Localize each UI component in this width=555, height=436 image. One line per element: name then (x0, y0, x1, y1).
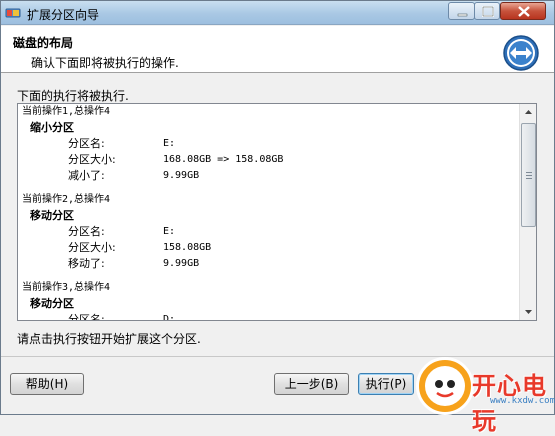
operation-row: 分区大小: 158.08GB (22, 240, 518, 256)
operation-row: 分区大小: 168.08GB => 158.08GB (22, 152, 518, 168)
row-key: 分区名: (68, 313, 105, 321)
close-icon (518, 6, 530, 17)
operations-list: 当前操作1,总操作4 缩小分区 分区名: E: 分区大小: 168.08GB =… (22, 104, 518, 321)
operation-head: 当前操作2,总操作4 (22, 194, 111, 205)
row-key: 分区名: (68, 225, 105, 238)
disk-app-icon (5, 8, 21, 18)
operation-title: 缩小分区 (30, 121, 74, 134)
scroll-up-arrow-icon[interactable] (521, 104, 536, 121)
close-button[interactable] (500, 2, 546, 20)
vertical-scrollbar[interactable] (519, 104, 536, 320)
row-key: 分区大小: (68, 241, 116, 254)
page-subtitle: 确认下面即将被执行的操作. (31, 56, 179, 70)
minimize-icon (457, 13, 468, 17)
row-key: 分区名: (68, 137, 105, 150)
operation-row: 分区名: E: (22, 224, 518, 240)
operation-row: 分区名: E: (22, 136, 518, 152)
maximize-button[interactable] (474, 2, 500, 20)
grip-icon (526, 172, 532, 179)
operation-row: 减小了: 9.99GB (22, 168, 518, 184)
operations-label: 下面的执行将被执行. (17, 89, 129, 103)
page-title: 磁盘的布局 (13, 36, 74, 50)
row-key: 减小了: (68, 169, 105, 182)
scroll-down-arrow-icon[interactable] (521, 303, 536, 320)
execute-button[interactable]: 执行(P) (358, 373, 414, 395)
maximize-icon (482, 6, 494, 17)
scrollbar-thumb[interactable] (521, 123, 536, 227)
watermark-url: www.kxdw.com (490, 396, 555, 406)
row-value: 9.99GB (163, 258, 200, 269)
instruction-text: 请点击执行按钮开始扩展这个分区. (17, 332, 201, 346)
operation-row: 分区名: D: (22, 312, 518, 321)
operation-row: 移动了: 9.99GB (22, 256, 518, 272)
watermark-mascot-icon (416, 357, 474, 415)
row-value: E: (163, 138, 176, 149)
wizard-window: 扩展分区向导 磁盘的布局 确认下面即将被执行的操作. 下面的执行将被执行. 当前… (0, 0, 555, 435)
operation-title: 移动分区 (30, 209, 74, 222)
back-button[interactable]: 上一步(B) (274, 373, 349, 395)
resize-arrows-icon (503, 35, 539, 71)
title-bar[interactable]: 扩展分区向导 (1, 1, 554, 25)
wizard-header: 磁盘的布局 确认下面即将被执行的操作. (1, 26, 554, 73)
watermark-logo: 开心电玩 www.kxdw.com (414, 353, 555, 435)
minimize-button[interactable] (448, 2, 475, 20)
operations-log[interactable]: 当前操作1,总操作4 缩小分区 分区名: E: 分区大小: 168.08GB =… (17, 103, 537, 321)
row-value: E: (163, 226, 176, 237)
row-key: 移动了: (68, 257, 105, 270)
window-title: 扩展分区向导 (27, 8, 100, 22)
row-value: 168.08GB => 158.08GB (163, 154, 284, 165)
row-key: 分区大小: (68, 153, 116, 166)
help-button[interactable]: 帮助(H) (10, 373, 84, 395)
row-value: D: (163, 314, 176, 321)
operation-head: 当前操作1,总操作4 (22, 106, 111, 117)
operation-head: 当前操作3,总操作4 (22, 282, 111, 293)
row-value: 158.08GB (163, 242, 212, 253)
row-value: 9.99GB (163, 170, 200, 181)
operation-title: 移动分区 (30, 297, 74, 310)
